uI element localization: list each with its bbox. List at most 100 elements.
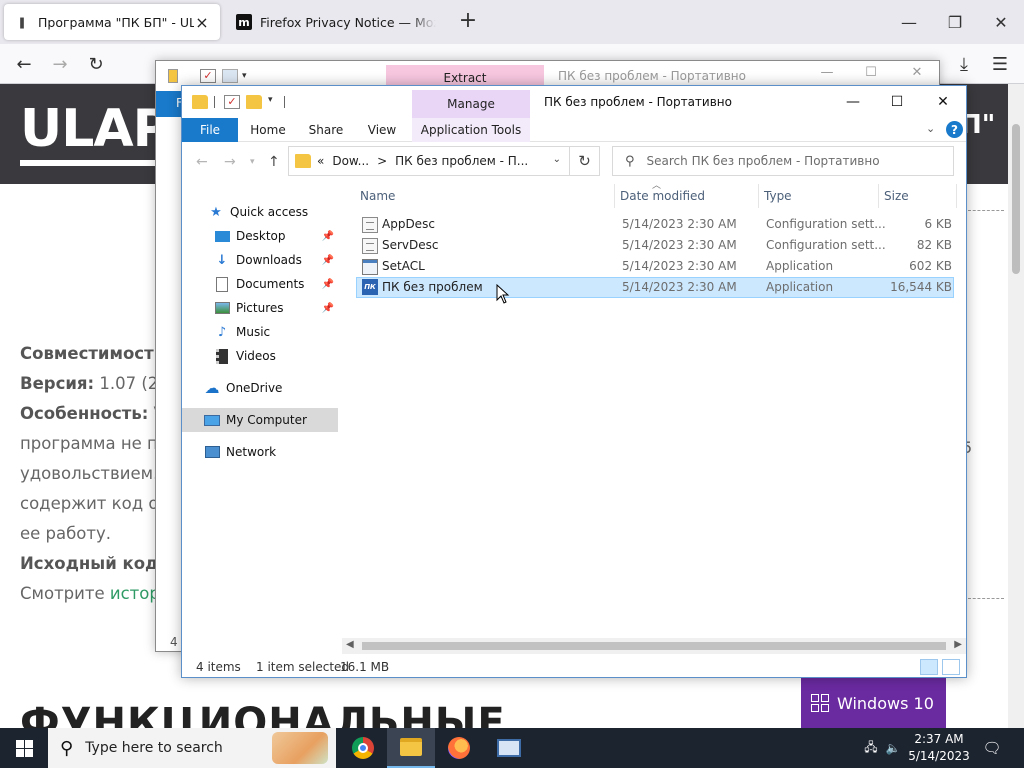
close-icon[interactable]: ✕ (978, 0, 1024, 44)
chrome-icon[interactable] (339, 728, 387, 768)
taskbar: ⚲ Type here to search 🖧 🔈 2:37 AM 5/14/2… (0, 728, 1024, 768)
firefox-icon[interactable] (435, 728, 483, 768)
customize-qat-icon[interactable]: ▾ (268, 95, 273, 105)
new-tab-button[interactable]: + (456, 10, 480, 34)
close-tab-icon[interactable]: × (194, 13, 210, 32)
remote-desktop-icon[interactable] (485, 728, 533, 768)
new-folder-icon[interactable] (222, 69, 238, 83)
tab-ulaptop[interactable]: ❚ Программа "ПК БП" - ULapTop × (4, 4, 220, 40)
close-icon[interactable]: ✕ (902, 65, 932, 80)
pin-icon[interactable]: 📌 (322, 303, 334, 314)
back-arrow-icon[interactable]: ← (12, 52, 36, 76)
clock[interactable]: 2:37 AM 5/14/2023 (906, 731, 972, 765)
breadcrumb-separator[interactable]: > (377, 154, 387, 168)
maximize-icon[interactable]: ☐ (874, 86, 920, 118)
expand-ribbon-icon[interactable]: ⌄ (926, 122, 935, 135)
column-date-modified[interactable]: Date modified (620, 189, 705, 203)
breadcrumb-downloads[interactable]: Dow... (332, 154, 369, 168)
file-row-servdesc[interactable]: ServDesc 5/14/2023 2:30 AM Configuration… (356, 235, 954, 256)
properties-icon[interactable]: ✓ (200, 69, 216, 83)
column-divider[interactable] (614, 184, 615, 208)
minimize-icon[interactable]: — (830, 86, 876, 118)
pin-icon[interactable]: 📌 (322, 279, 334, 290)
scroll-right-icon[interactable]: ▶ (954, 639, 962, 650)
nav-downloads[interactable]: ↓ Downloads 📌 (182, 248, 338, 272)
pin-icon[interactable]: 📌 (322, 255, 334, 266)
properties-icon[interactable]: ✓ (224, 95, 240, 109)
file-date: 5/14/2023 2:30 AM (622, 217, 737, 231)
column-name[interactable]: Name (360, 189, 395, 203)
tab-application-tools[interactable]: Application Tools (412, 118, 530, 142)
nav-quick-access[interactable]: ★ Quick access (182, 200, 338, 224)
customize-qat-icon[interactable]: ▾ (242, 71, 247, 81)
restore-icon[interactable]: ❐ (932, 0, 978, 44)
hamburger-menu-icon[interactable]: ☰ (988, 52, 1012, 76)
up-arrow-icon[interactable]: ↑ (268, 154, 280, 170)
file-size: 16,544 KB (890, 280, 952, 294)
help-icon[interactable]: ? (946, 121, 963, 138)
breadcrumb-current[interactable]: ПК без проблем - П... (395, 154, 528, 168)
pin-icon[interactable]: 📌 (322, 231, 334, 242)
nav-desktop[interactable]: Desktop 📌 (182, 224, 338, 248)
network-icon[interactable]: 🖧 (860, 728, 882, 768)
file-row-appdesc[interactable]: AppDesc 5/14/2023 2:30 AM Configuration … (356, 214, 954, 235)
search-input[interactable]: ⚲ Search ПК без проблем - Портативно (612, 146, 954, 176)
minimize-icon[interactable]: — (812, 65, 842, 80)
cloud-icon: ☁ (204, 379, 220, 397)
volume-icon[interactable]: 🔈 (882, 728, 904, 768)
column-divider[interactable] (878, 184, 879, 208)
download-icon[interactable]: ⤓ (952, 52, 976, 76)
start-button[interactable] (0, 728, 48, 768)
tab-view[interactable]: View (360, 118, 404, 142)
nav-videos[interactable]: Videos (182, 344, 338, 368)
horizontal-scrollbar[interactable]: ◀ ▶ (342, 638, 966, 654)
reload-icon[interactable]: ↻ (84, 52, 108, 76)
tab-firefox-privacy[interactable]: m Firefox Privacy Notice — Mozill (226, 4, 446, 40)
nav-network[interactable]: Network (182, 440, 338, 464)
explorer-window[interactable]: ✓ ▾ Manage ПК без проблем - Портативно —… (181, 85, 967, 678)
tab-share[interactable]: Share (302, 118, 350, 142)
breadcrumb-overflow[interactable]: « (317, 154, 324, 168)
new-folder-icon[interactable] (246, 95, 262, 109)
scrollbar-thumb[interactable] (362, 642, 946, 650)
column-divider[interactable] (956, 184, 957, 208)
tab-home[interactable]: Home (244, 118, 292, 142)
site-logo[interactable]: ULAPTO (20, 98, 170, 166)
nav-pictures[interactable]: Pictures 📌 (182, 296, 338, 320)
minimize-icon[interactable]: — (886, 0, 932, 44)
window-title: ПК без проблем - Портативно (544, 95, 732, 109)
page-scrollbar[interactable] (1008, 84, 1024, 728)
tab-manage[interactable]: Manage (412, 90, 530, 118)
page-line: Смотрите истори (20, 584, 171, 603)
nav-my-computer[interactable]: My Computer (182, 408, 338, 432)
file-row-pk-bez-problem[interactable]: ПК ПК без проблем 5/14/2023 2:30 AM Appl… (356, 277, 954, 298)
column-size[interactable]: Size (884, 189, 909, 203)
large-icons-view-icon[interactable] (942, 659, 960, 675)
refresh-icon[interactable]: ↻ (570, 146, 600, 176)
star-icon: ★ (210, 204, 222, 220)
scroll-left-icon[interactable]: ◀ (346, 639, 354, 650)
notifications-icon[interactable]: 🗨 (980, 728, 1004, 768)
back-arrow-icon[interactable]: ← (196, 154, 208, 170)
scrollbar-thumb[interactable] (1012, 124, 1020, 274)
windows-10-ad[interactable]: Windows 10 (801, 678, 946, 728)
address-bar[interactable]: « Dow... > ПК без проблем - П... ⌄ (288, 146, 570, 176)
tab-file[interactable]: File (182, 118, 238, 142)
taskbar-search[interactable]: ⚲ Type here to search (48, 728, 336, 768)
nav-music[interactable]: ♪ Music (182, 320, 338, 344)
forward-arrow-icon[interactable]: → (224, 154, 236, 170)
recent-locations-icon[interactable]: ▾ (250, 157, 255, 167)
nav-onedrive[interactable]: ☁ OneDrive (182, 376, 338, 400)
file-explorer-icon[interactable] (387, 728, 435, 768)
details-view-icon[interactable] (920, 659, 938, 675)
file-row-setacl[interactable]: SetACL 5/14/2023 2:30 AM Application 602… (356, 256, 954, 277)
close-icon[interactable]: ✕ (920, 86, 966, 118)
nav-documents[interactable]: Documents 📌 (182, 272, 338, 296)
chevron-down-icon[interactable]: ⌄ (553, 154, 561, 165)
column-divider[interactable] (758, 184, 759, 208)
maximize-icon[interactable]: ☐ (856, 65, 886, 80)
column-type[interactable]: Type (764, 189, 792, 203)
search-placeholder: Search ПК без проблем - Портативно (646, 154, 880, 168)
forward-arrow-icon[interactable]: → (48, 52, 72, 76)
tab-file[interactable]: F (156, 91, 184, 117)
